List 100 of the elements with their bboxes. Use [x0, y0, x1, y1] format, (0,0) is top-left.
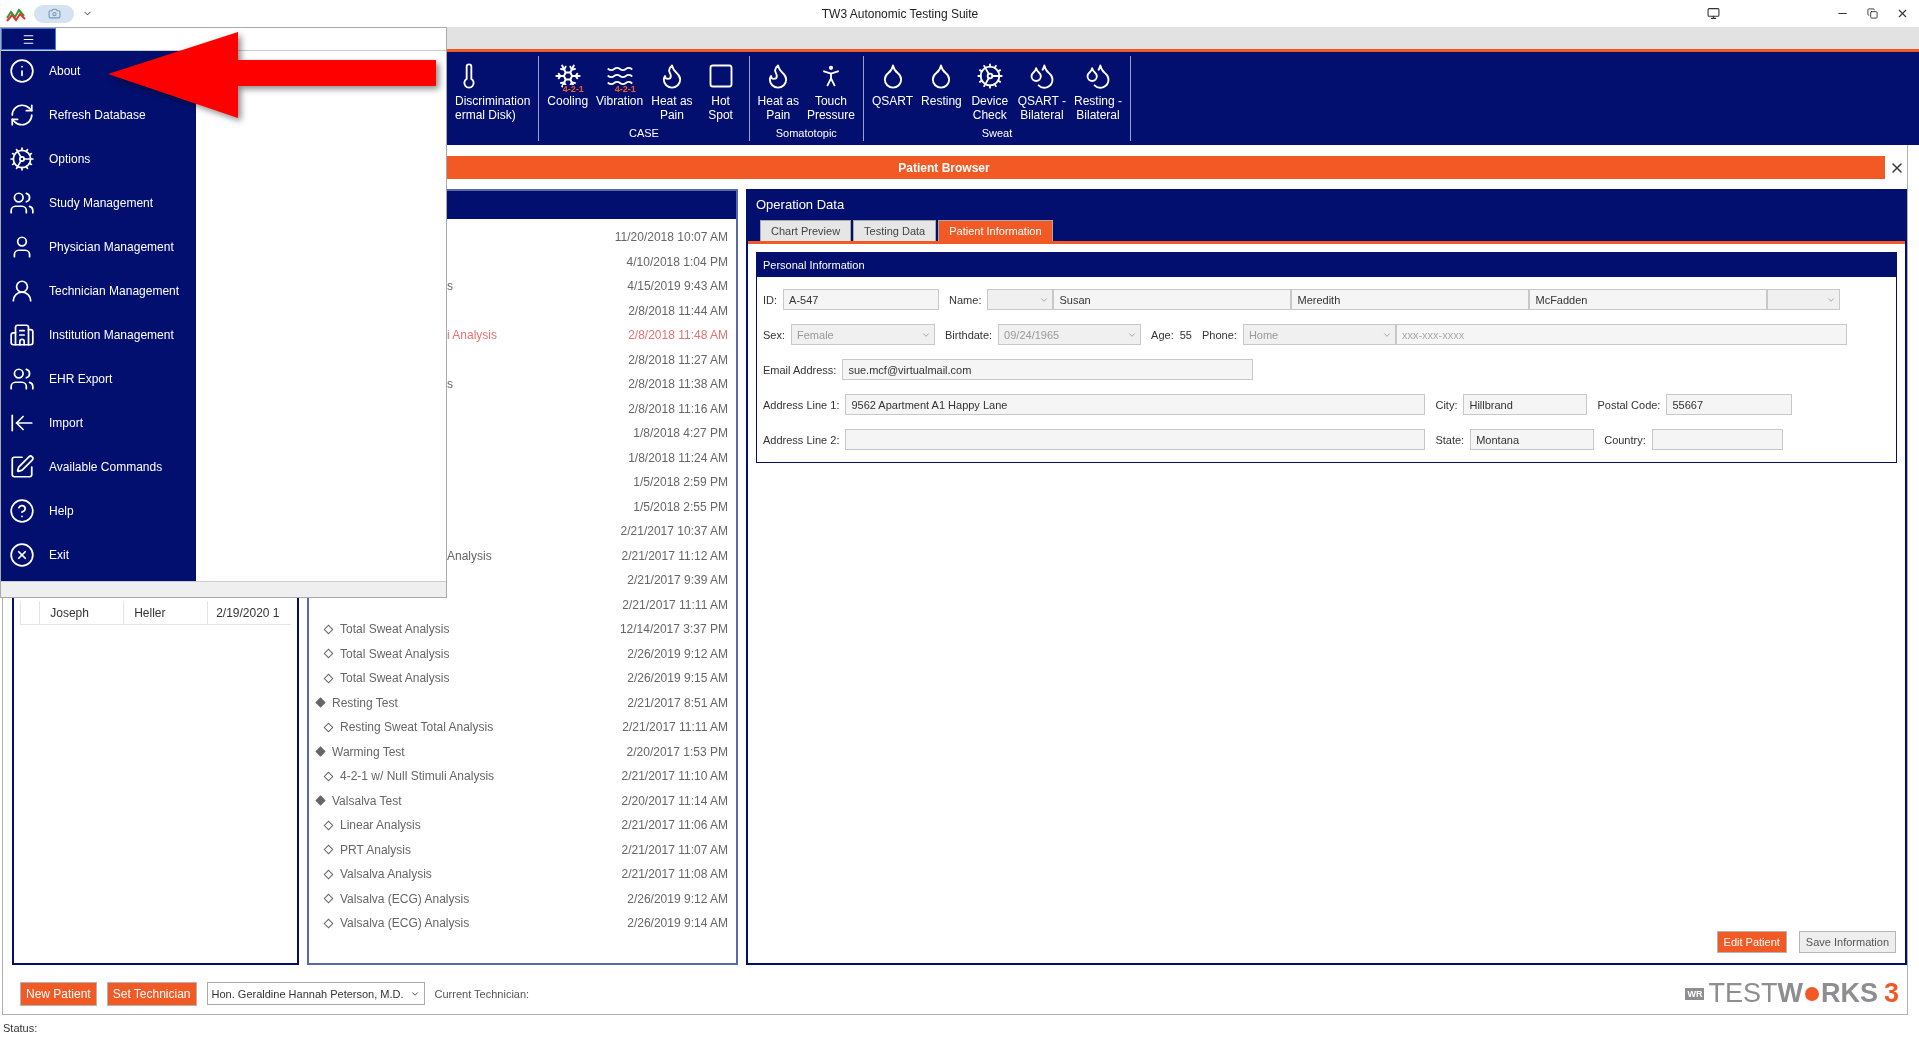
test-date: 2/20/2017 1:53 PM [626, 744, 728, 759]
test-name[interactable]: s [447, 279, 453, 294]
test-date: 2/21/2017 11:11 AM [622, 720, 728, 735]
gear-icon [9, 146, 35, 172]
text-field[interactable] [845, 429, 1426, 450]
save-button[interactable]: Save Information [1798, 931, 1896, 953]
menu-item[interactable]: Institution Management [1, 317, 180, 353]
menu-item[interactable]: EHR Export [1, 361, 119, 397]
close-icon[interactable] [1896, 7, 1909, 20]
age-value: 55 [1179, 328, 1192, 341]
ribbon-button[interactable]: Device Check [967, 56, 1012, 127]
test-name[interactable]: Total Sweat Analysis [340, 622, 450, 637]
test-name[interactable]: Warming Test [332, 744, 405, 759]
menu-button[interactable] [1, 28, 56, 50]
field-label: Age: [1151, 328, 1174, 341]
test-name[interactable]: PRT Analysis [340, 842, 411, 857]
tab[interactable]: Testing Data [853, 220, 937, 241]
test-date: 2/21/2017 11:07 AM [621, 842, 728, 857]
menu-item[interactable]: Help [1, 493, 80, 529]
text-field[interactable]: A-547 [783, 289, 940, 310]
field-label: Address Line 1: [763, 398, 840, 411]
text-field[interactable]: 55667 [1666, 394, 1793, 415]
menu-item[interactable]: Study Management [1, 185, 160, 221]
field-label: City: [1435, 398, 1458, 411]
menu-item[interactable]: Import [1, 405, 89, 441]
test-name[interactable]: 4-2-1 w/ Null Stimuli Analysis [340, 769, 495, 784]
test-name[interactable]: Resting Sweat Total Analysis [340, 720, 494, 735]
restore-icon[interactable] [1867, 8, 1878, 19]
logo-text: RKS [1820, 980, 1878, 1007]
text-field[interactable]: Susan [1053, 289, 1292, 310]
physician-dropdown[interactable]: Hon. Geraldine Hannah Peterson, M.D. [206, 982, 425, 1005]
monitor-icon[interactable] [1707, 7, 1720, 20]
edit-icon [9, 454, 35, 480]
field-label: Address Line 2: [763, 433, 840, 446]
badge-text: 4-2-1 [614, 85, 636, 94]
text-field[interactable]: sue.mcf@virtualmail.com [842, 359, 1254, 380]
test-name[interactable]: Total Sweat Analysis [340, 646, 450, 661]
test-name[interactable]: Linear Analysis [340, 818, 421, 833]
menu-item[interactable]: Exit [1, 537, 75, 573]
test-date: 2/21/2017 10:37 AM [620, 524, 728, 539]
ribbon-button[interactable]: Resting [919, 56, 964, 127]
menu-item[interactable]: About [1, 53, 87, 89]
building-icon [9, 322, 35, 348]
test-name[interactable]: Resting Test [332, 695, 398, 710]
field-label: Phone: [1202, 328, 1237, 341]
text-field[interactable]: McFadden [1529, 289, 1768, 310]
ribbon-button[interactable]: 4-2-1 Cooling [545, 56, 591, 127]
test-date: 4/10/2018 1:04 PM [626, 254, 728, 269]
ribbon-button[interactable]: Resting - Bilateral [1072, 56, 1125, 127]
test-date: 2/26/2019 9:14 AM [627, 916, 728, 931]
test-name[interactable]: Analysis [447, 548, 492, 563]
logo-text: W [1777, 980, 1803, 1007]
ribbon-button[interactable]: Discrimination ermal Disk) [453, 56, 533, 127]
text-field[interactable]: Meredith [1291, 289, 1530, 310]
help-icon [9, 498, 35, 524]
ribbon-button[interactable]: QSART [869, 56, 916, 127]
section-title: Personal Information [757, 253, 1896, 277]
menu-item[interactable]: Physician Management [1, 229, 180, 265]
panel-title: Operation Data [756, 197, 846, 212]
text-field[interactable]: 9562 Apartment A1 Happy Lane [845, 394, 1426, 415]
ribbon-button[interactable]: Heat as Pain [755, 56, 801, 127]
menu-item[interactable]: Technician Management [1, 273, 186, 309]
test-date: 11/20/2018 10:07 AM [614, 230, 728, 245]
test-name[interactable]: Valsalva (ECG) Analysis [340, 916, 470, 931]
test-name[interactable]: Total Sweat Analysis [340, 671, 450, 686]
field-label: Country: [1604, 433, 1646, 446]
test-date: 1/5/2018 2:55 PM [633, 499, 728, 514]
menu-item[interactable]: Available Commands [1, 449, 169, 485]
test-date: 2/8/2018 11:48 AM [628, 328, 728, 343]
text-field[interactable]: Montana [1470, 429, 1595, 450]
test-date: 12/14/2017 3:37 PM [619, 622, 728, 637]
field-label: Email Address: [763, 363, 837, 376]
table-cell: Joseph [39, 600, 124, 625]
test-date: 2/21/2017 11:11 AM [622, 597, 728, 612]
test-name[interactable]: Valsalva (ECG) Analysis [340, 891, 470, 906]
test-date: 2/8/2018 11:44 AM [628, 303, 728, 318]
test-date: 2/8/2018 11:27 AM [628, 352, 728, 367]
field-label: Birthdate: [945, 328, 993, 341]
text-field[interactable]: Hillbrand [1463, 394, 1588, 415]
ribbon-button[interactable]: Touch Pressure [804, 56, 857, 127]
patient-row[interactable]: Joseph Heller 2/19/2020 1 [20, 601, 291, 625]
tab[interactable]: Chart Preview [760, 220, 852, 241]
ribbon-button[interactable]: QSART - Bilateral [1015, 56, 1068, 127]
ribbon-button[interactable]: 4-2-1 Vibration [594, 56, 646, 127]
group-label: CASE [628, 127, 660, 141]
menu-item[interactable]: Refresh Database [1, 97, 152, 133]
logo-number: 3 [1883, 980, 1899, 1007]
test-date: 2/21/2017 11:10 AM [621, 769, 728, 784]
text-field[interactable] [1651, 429, 1783, 450]
test-name[interactable]: s [447, 377, 453, 392]
logo-text: TEST [1708, 980, 1778, 1007]
ribbon-button[interactable]: Hot Spot [698, 56, 743, 127]
field-label: Name: [949, 293, 982, 306]
test-date: 2/21/2017 9:39 AM [627, 573, 728, 588]
test-name[interactable]: Valsalva Test [332, 793, 402, 808]
ribbon-button[interactable]: Heat as Pain [649, 56, 695, 127]
menu-icon [22, 32, 35, 46]
test-name[interactable]: Valsalva Analysis [340, 867, 432, 882]
test-date: 2/8/2018 11:16 AM [628, 401, 728, 416]
gear-icon [975, 62, 1004, 90]
